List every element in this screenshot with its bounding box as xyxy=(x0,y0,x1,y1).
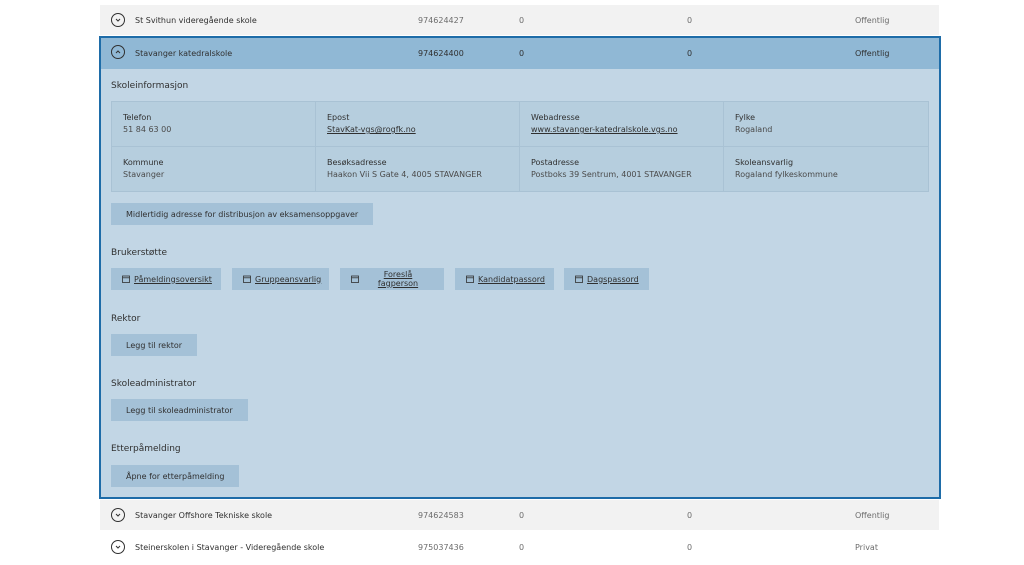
school-count-1: 0 xyxy=(519,49,525,58)
info-epost: Epost StavKat-vgs@rogfk.no xyxy=(316,102,520,147)
foresla-fagperson-label: Foreslå fagperson xyxy=(377,270,419,288)
chevron-up-icon xyxy=(115,50,121,54)
school-name: Steinerskolen i Stavanger - Videregående… xyxy=(135,542,325,552)
school-orgnr: 975037436 xyxy=(418,542,464,552)
gruppeansvarlig-link[interactable]: Gruppeansvarlig xyxy=(232,268,329,290)
school-count-1: 0 xyxy=(519,510,525,520)
school-name: St Svithun videregående skole xyxy=(135,15,257,25)
dagspassord-label: Dagspassord xyxy=(587,274,639,284)
calendar-icon xyxy=(351,275,359,283)
skoleansvarlig-value: Rogaland fylkeskommune xyxy=(735,170,838,179)
expand-toggle-button[interactable] xyxy=(111,13,125,27)
info-webadresse: Webadresse www.stavanger-katedralskole.v… xyxy=(520,102,724,147)
skoleadministrator-heading: Skoleadministrator xyxy=(111,379,197,389)
calendar-icon xyxy=(466,275,474,283)
school-count-2: 0 xyxy=(687,510,693,520)
school-orgnr: 974624583 xyxy=(418,510,464,520)
fylke-label: Fylke xyxy=(735,113,756,122)
skoleansvarlig-label: Skoleansvarlig xyxy=(735,158,794,167)
info-kommune: Kommune Stavanger xyxy=(112,147,316,192)
info-telefon: Telefon 51 84 63 00 xyxy=(112,102,316,147)
webadresse-label: Webadresse xyxy=(531,113,580,122)
chevron-down-icon xyxy=(115,18,121,22)
skoleinfo-heading: Skoleinformasjon xyxy=(111,81,189,91)
school-count-2: 0 xyxy=(687,15,693,25)
collapse-toggle-button[interactable] xyxy=(111,45,125,59)
school-count-1: 0 xyxy=(519,15,525,25)
expand-toggle-button[interactable] xyxy=(111,508,125,522)
school-orgnr: 974624427 xyxy=(418,15,464,25)
gruppeansvarlig-label: Gruppeansvarlig xyxy=(255,274,322,284)
foresla-fagperson-link[interactable]: Foreslå fagperson xyxy=(340,268,444,290)
calendar-icon xyxy=(575,275,583,283)
besoksadresse-label: Besøksadresse xyxy=(327,158,387,167)
apne-etterpamelding-button[interactable]: Åpne for etterpåmelding xyxy=(111,465,240,487)
midlertidig-adresse-button[interactable]: Midlertidig adresse for distribusjon av … xyxy=(111,203,374,225)
school-name: Stavanger katedralskole xyxy=(135,49,233,58)
school-row[interactable]: Steinerskolen i Stavanger - Videregående… xyxy=(100,532,939,562)
rektor-heading: Rektor xyxy=(111,314,141,324)
brukerstotte-heading: Brukerstøtte xyxy=(111,248,168,258)
school-status: Privat xyxy=(855,542,878,552)
school-status: Offentlig xyxy=(855,510,890,520)
school-orgnr: 974624400 xyxy=(418,49,464,58)
postadresse-value: Postboks 39 Sentrum, 4001 STAVANGER xyxy=(531,170,692,179)
school-row[interactable]: Stavanger Offshore Tekniske skole 974624… xyxy=(100,500,939,530)
kandidatpassord-link[interactable]: Kandidatpassord xyxy=(455,268,554,290)
pameldingsoversikt-label: Påmeldingsoversikt xyxy=(134,274,212,284)
info-fylke: Fylke Rogaland xyxy=(724,102,928,147)
telefon-value: 51 84 63 00 xyxy=(123,125,172,134)
school-count-1: 0 xyxy=(519,542,525,552)
telefon-label: Telefon xyxy=(123,113,152,122)
epost-link[interactable]: StavKat-vgs@rogfk.no xyxy=(327,125,519,134)
etterpamelding-heading: Etterpåmelding xyxy=(111,444,181,454)
postadresse-label: Postadresse xyxy=(531,158,580,167)
kommune-label: Kommune xyxy=(123,158,164,167)
chevron-down-icon xyxy=(115,513,121,517)
expand-toggle-button[interactable] xyxy=(111,540,125,554)
info-skoleansvarlig: Skoleansvarlig Rogaland fylkeskommune xyxy=(724,147,928,192)
school-status: Offentlig xyxy=(855,49,890,58)
besoksadresse-value: Haakon Vii S Gate 4, 4005 STAVANGER xyxy=(327,170,482,179)
legg-til-skoleadministrator-button[interactable]: Legg til skoleadministrator xyxy=(111,399,248,421)
school-row-expanded[interactable]: Stavanger katedralskole 974624400 0 0 Of… xyxy=(101,38,939,69)
chevron-down-icon xyxy=(115,545,121,549)
school-status: Offentlig xyxy=(855,15,890,25)
kommune-value: Stavanger xyxy=(123,170,165,179)
info-postadresse: Postadresse Postboks 39 Sentrum, 4001 ST… xyxy=(520,147,724,192)
school-count-2: 0 xyxy=(687,542,693,552)
pameldingsoversikt-link[interactable]: Påmeldingsoversikt xyxy=(111,268,221,290)
school-row[interactable]: St Svithun videregående skole 974624427 … xyxy=(100,5,939,35)
legg-til-rektor-button[interactable]: Legg til rektor xyxy=(111,334,198,356)
epost-label: Epost xyxy=(327,113,350,122)
info-besoksadresse: Besøksadresse Haakon Vii S Gate 4, 4005 … xyxy=(316,147,520,192)
calendar-icon xyxy=(122,275,130,283)
kandidatpassord-label: Kandidatpassord xyxy=(478,274,545,284)
calendar-icon xyxy=(243,275,251,283)
webadresse-link[interactable]: www.stavanger-katedralskole.vgs.no xyxy=(531,125,723,134)
fylke-value: Rogaland xyxy=(735,125,773,134)
dagspassord-link[interactable]: Dagspassord xyxy=(564,268,649,290)
school-info-grid: Telefon 51 84 63 00 Epost StavKat-vgs@ro… xyxy=(111,101,929,192)
school-name: Stavanger Offshore Tekniske skole xyxy=(135,510,273,520)
school-count-2: 0 xyxy=(687,49,693,58)
expanded-school-panel: Stavanger katedralskole 974624400 0 0 Of… xyxy=(99,36,941,499)
